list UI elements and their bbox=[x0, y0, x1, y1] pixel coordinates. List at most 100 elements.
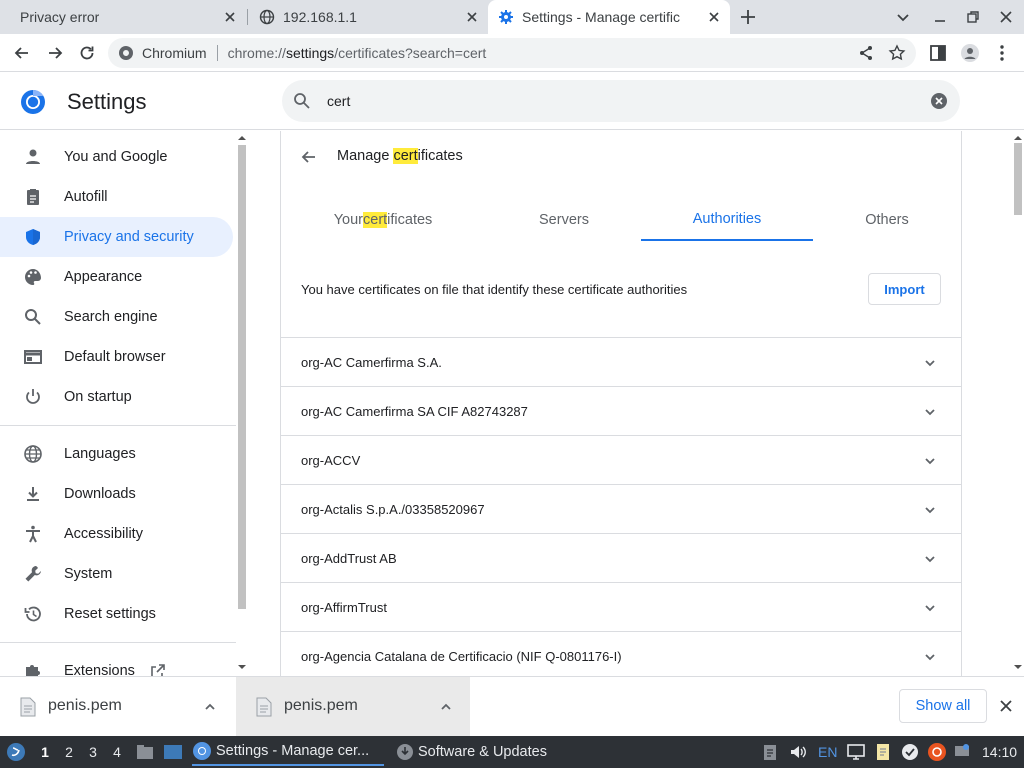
tab-others[interactable]: Others bbox=[801, 199, 973, 241]
chevron-down-icon[interactable] bbox=[921, 452, 939, 470]
display-icon[interactable] bbox=[846, 742, 866, 762]
authority-row[interactable]: org-AddTrust AB bbox=[281, 533, 961, 582]
authority-row[interactable]: org-AC Camerfirma S.A. bbox=[281, 337, 961, 386]
desktop-icon[interactable] bbox=[163, 742, 183, 762]
sidebar-item-default-browser[interactable]: Default browser bbox=[0, 337, 233, 377]
close-tab-icon[interactable] bbox=[706, 9, 722, 25]
sidebar-item-reset-settings[interactable]: Reset settings bbox=[0, 594, 233, 634]
workspace-3[interactable]: 3 bbox=[84, 744, 102, 762]
sidebar-divider bbox=[0, 425, 236, 426]
sidebar-item-label: On startup bbox=[64, 389, 132, 405]
clear-search-icon[interactable] bbox=[930, 92, 948, 110]
sidebar-item-label: Default browser bbox=[64, 349, 166, 365]
sidebar-item-label: Downloads bbox=[64, 486, 136, 502]
settings-search-input[interactable] bbox=[327, 90, 887, 112]
tab-your-certificates[interactable]: Your cert ificates bbox=[297, 199, 469, 241]
manage-certificates-card: Manage certificates Your cert ificates Se… bbox=[280, 131, 962, 676]
sidebar-item-autofill[interactable]: Autofill bbox=[0, 177, 233, 217]
task-chromium[interactable]: Settings - Manage cer... bbox=[192, 738, 384, 766]
tab-search-chevron-icon[interactable] bbox=[894, 8, 912, 26]
search-icon bbox=[292, 91, 312, 111]
file-manager-icon[interactable] bbox=[135, 742, 155, 762]
sidebar-item-you-and-google[interactable]: You and Google bbox=[0, 137, 233, 177]
download-item[interactable]: penis.pem bbox=[0, 677, 234, 737]
chevron-down-icon[interactable] bbox=[921, 648, 939, 666]
menu-kebab-icon[interactable] bbox=[992, 43, 1012, 63]
new-tab-icon[interactable] bbox=[739, 8, 757, 26]
profile-avatar-icon[interactable] bbox=[960, 43, 980, 63]
show-all-downloads-button[interactable]: Show all bbox=[899, 689, 987, 723]
settings-header: Settings bbox=[0, 72, 1024, 130]
sidebar-item-on-startup[interactable]: On startup bbox=[0, 377, 233, 417]
chevron-down-icon[interactable] bbox=[921, 550, 939, 568]
notes-icon[interactable] bbox=[873, 742, 893, 762]
chevron-down-icon[interactable] bbox=[921, 599, 939, 617]
chromium-site-icon[interactable] bbox=[118, 45, 134, 61]
sidebar-item-downloads[interactable]: Downloads bbox=[0, 474, 233, 514]
close-download-shelf-icon[interactable] bbox=[997, 697, 1015, 715]
keyboard-layout-indicator[interactable]: EN bbox=[818, 736, 837, 768]
scroll-up-arrow-icon[interactable] bbox=[238, 134, 246, 142]
close-tab-icon[interactable] bbox=[222, 9, 238, 25]
main-scroll-thumb[interactable] bbox=[1014, 143, 1022, 215]
back-arrow-icon[interactable] bbox=[12, 43, 32, 63]
site-chip[interactable]: Chromium bbox=[142, 45, 207, 61]
sidebar-item-privacy-and-security[interactable]: Privacy and security bbox=[0, 217, 233, 257]
share-icon[interactable] bbox=[858, 45, 874, 61]
settings-search-box[interactable] bbox=[282, 80, 960, 122]
sidebar-item-label: Search engine bbox=[64, 309, 158, 325]
sidebar-item-label: Reset settings bbox=[64, 606, 156, 622]
scroll-up-arrow-icon[interactable] bbox=[1014, 134, 1022, 142]
chevron-down-icon[interactable] bbox=[921, 354, 939, 372]
minimize-icon[interactable] bbox=[931, 8, 949, 26]
sidebar-item-accessibility[interactable]: Accessibility bbox=[0, 514, 233, 554]
authority-row[interactable]: org-ACCV bbox=[281, 435, 961, 484]
task-software-updates[interactable]: Software & Updates bbox=[396, 738, 576, 766]
workspace-1[interactable]: 1 bbox=[36, 744, 54, 762]
sidebar-scroll-thumb[interactable] bbox=[238, 145, 246, 609]
scroll-down-arrow-icon[interactable] bbox=[1014, 663, 1022, 671]
sidebar-item-appearance[interactable]: Appearance bbox=[0, 257, 233, 297]
sidebar-item-system[interactable]: System bbox=[0, 554, 233, 594]
start-menu-icon[interactable] bbox=[6, 742, 26, 762]
browser-tab-router[interactable]: 192.168.1.1 bbox=[248, 0, 488, 34]
close-tab-icon[interactable] bbox=[464, 9, 480, 25]
clipboard-tray-icon[interactable] bbox=[760, 742, 780, 762]
tab-servers[interactable]: Servers bbox=[478, 199, 650, 241]
address-bar[interactable]: Chromium chrome://settings/certificates?… bbox=[108, 38, 916, 68]
network-icon[interactable] bbox=[952, 742, 972, 762]
forward-arrow-icon[interactable] bbox=[45, 43, 65, 63]
side-panel-icon[interactable] bbox=[928, 43, 948, 63]
tab-authorities[interactable]: Authorities bbox=[641, 199, 813, 241]
main-scrollbar[interactable] bbox=[1012, 131, 1024, 676]
browser-tab-privacy-error[interactable]: Privacy error bbox=[0, 0, 246, 34]
authority-row[interactable]: org-AffirmTrust bbox=[281, 582, 961, 631]
authority-row[interactable]: org-Agencia Catalana de Certificacio (NI… bbox=[281, 631, 961, 676]
restore-icon[interactable] bbox=[964, 8, 982, 26]
browser-tab-settings[interactable]: Settings - Manage certific bbox=[488, 0, 730, 34]
palette-icon bbox=[23, 267, 43, 287]
chevron-down-icon[interactable] bbox=[921, 403, 939, 421]
sidebar-item-extensions[interactable]: Extensions bbox=[0, 651, 233, 676]
sidebar-item-search-engine[interactable]: Search engine bbox=[0, 297, 233, 337]
import-button[interactable]: Import bbox=[868, 273, 941, 305]
sidebar-scrollbar[interactable] bbox=[236, 131, 248, 676]
back-arrow-icon[interactable] bbox=[299, 147, 319, 167]
download-item[interactable]: penis.pem bbox=[236, 677, 470, 737]
update-notifier-icon[interactable] bbox=[927, 742, 947, 762]
privacy-tray-icon[interactable] bbox=[900, 742, 920, 762]
reload-icon[interactable] bbox=[77, 43, 97, 63]
tab-title: Settings - Manage certific bbox=[522, 9, 680, 25]
workspace-4[interactable]: 4 bbox=[108, 744, 126, 762]
sidebar-item-languages[interactable]: Languages bbox=[0, 434, 233, 474]
authority-row[interactable]: org-AC Camerfirma SA CIF A82743287 bbox=[281, 386, 961, 435]
close-window-icon[interactable] bbox=[997, 8, 1015, 26]
chevron-down-icon[interactable] bbox=[921, 501, 939, 519]
chevron-up-icon[interactable] bbox=[202, 699, 218, 715]
workspace-2[interactable]: 2 bbox=[60, 744, 78, 762]
scroll-down-arrow-icon[interactable] bbox=[238, 663, 246, 671]
chevron-up-icon[interactable] bbox=[438, 699, 454, 715]
bookmark-star-icon[interactable] bbox=[888, 44, 906, 62]
volume-icon[interactable] bbox=[788, 742, 808, 762]
authority-row[interactable]: org-Actalis S.p.A./03358520967 bbox=[281, 484, 961, 533]
